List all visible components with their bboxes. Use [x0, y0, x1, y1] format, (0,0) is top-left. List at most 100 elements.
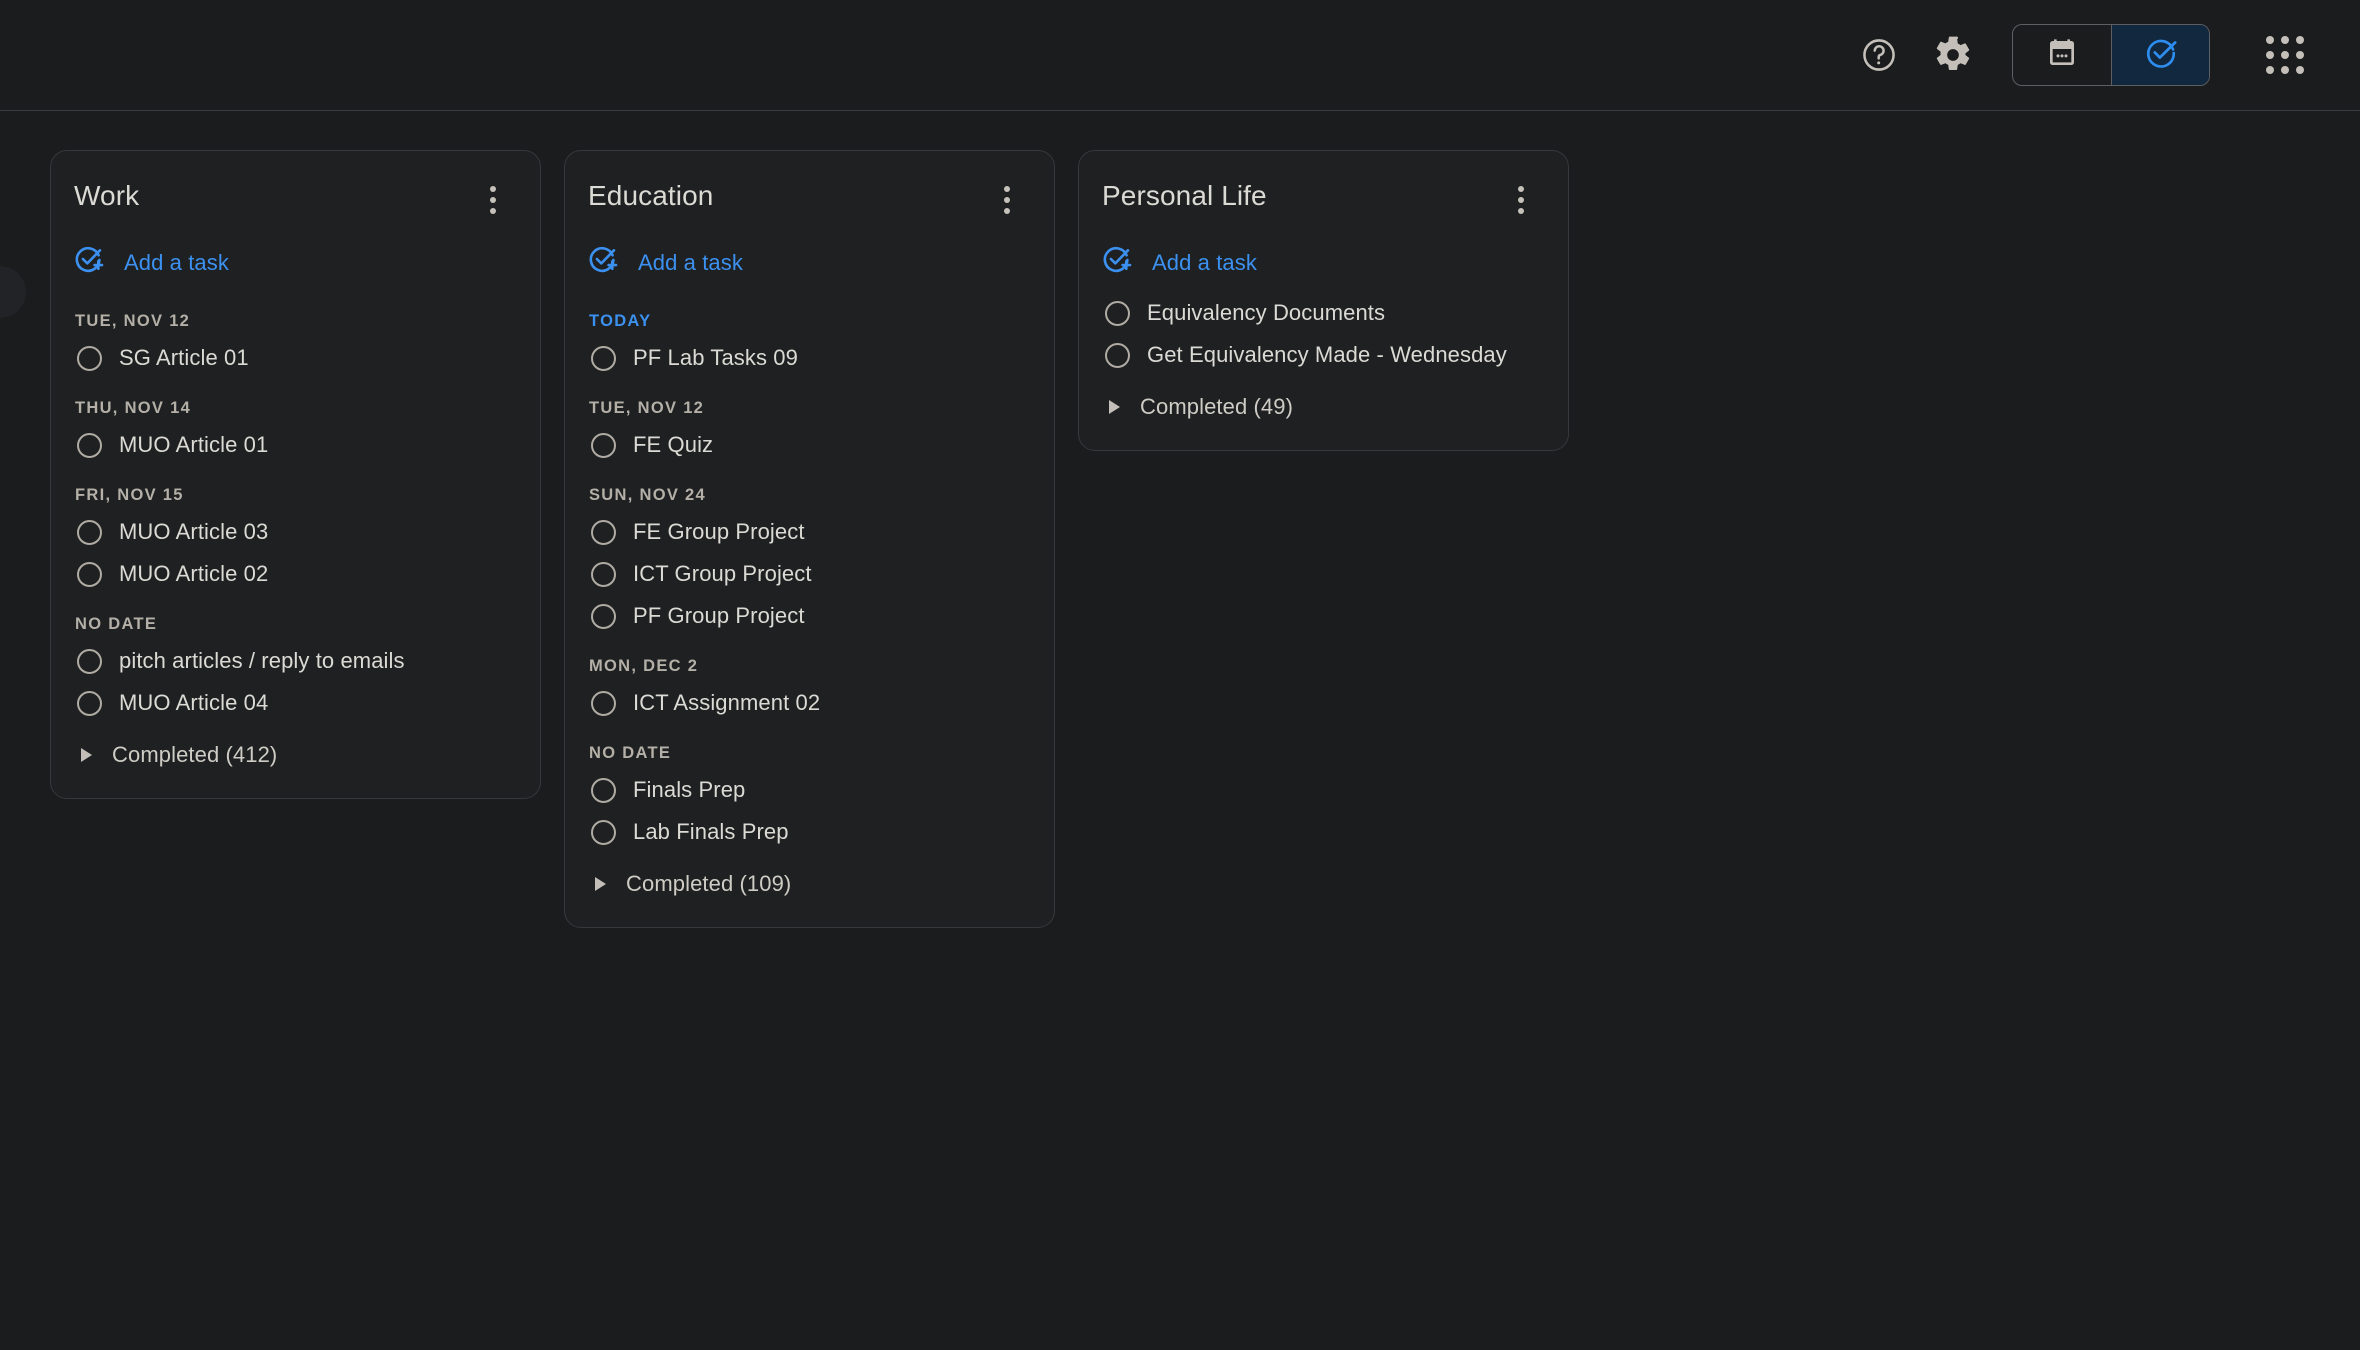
task-list-card: Work Add a task TUE, NOV 12 SG Article 01 TH… — [50, 150, 541, 799]
completed-section-toggle[interactable]: Completed (49) — [1079, 376, 1568, 424]
task-complete-circle-icon[interactable] — [1105, 342, 1130, 368]
completed-label: Completed (49) — [1140, 394, 1294, 419]
task-complete-circle-icon[interactable] — [77, 432, 102, 458]
task-title: SG Article 01 — [119, 345, 249, 370]
tasks-view-toggle[interactable] — [2111, 25, 2209, 85]
task-row[interactable]: MUO Article 01 — [51, 424, 540, 466]
task-date-header: MON, DEC 2 — [589, 657, 699, 675]
task-list-card: Personal Life Add a task Equivalency Docum… — [1078, 150, 1569, 451]
task-list-card: Education Add a task TODAY PF Lab Tasks 09 T… — [564, 150, 1055, 928]
task-title: FE Quiz — [633, 432, 714, 457]
completed-label: Completed (412) — [112, 742, 278, 767]
add-task-button[interactable]: Add a task — [1079, 234, 1568, 292]
task-row[interactable]: ICT Group Project — [565, 553, 1054, 595]
task-complete-circle-icon[interactable] — [591, 345, 616, 371]
sidebar-expand-handle[interactable] — [0, 266, 26, 318]
add-task-label: Add a task — [638, 250, 743, 275]
task-complete-circle-icon[interactable] — [591, 561, 616, 587]
add-task-button[interactable]: Add a task — [565, 234, 1054, 292]
task-complete-circle-icon[interactable] — [1105, 300, 1130, 326]
task-title: MUO Article 04 — [119, 690, 269, 715]
task-row[interactable]: Get Equivalency Made - Wednesday — [1079, 334, 1568, 376]
task-title: ICT Group Project — [633, 561, 812, 586]
task-row[interactable]: MUO Article 04 — [51, 682, 540, 724]
task-complete-circle-icon[interactable] — [77, 561, 102, 587]
task-title: Finals Prep — [633, 777, 746, 802]
calendar-icon — [2046, 37, 2078, 74]
task-title: ICT Assignment 02 — [633, 690, 821, 715]
task-row[interactable]: Lab Finals Prep — [565, 811, 1054, 853]
task-title: FE Group Project — [633, 519, 805, 544]
task-date-header: SUN, NOV 24 — [589, 486, 706, 504]
task-date-header: FRI, NOV 15 — [75, 486, 184, 504]
task-date-header: NO DATE — [75, 615, 158, 633]
more-vertical-icon[interactable] — [473, 180, 513, 220]
gear-icon — [1933, 35, 1973, 75]
task-row[interactable]: pitch articles / reply to emails — [51, 640, 540, 682]
task-row[interactable]: PF Lab Tasks 09 — [565, 337, 1054, 379]
task-row[interactable]: Finals Prep — [565, 769, 1054, 811]
task-row[interactable]: FE Group Project — [565, 511, 1054, 553]
settings-button[interactable] — [1916, 18, 1990, 92]
task-row[interactable]: PF Group Project — [565, 595, 1054, 637]
task-title: MUO Article 03 — [119, 519, 269, 544]
add-task-label: Add a task — [1152, 250, 1257, 275]
task-row[interactable]: MUO Article 02 — [51, 553, 540, 595]
help-button[interactable] — [1842, 18, 1916, 92]
task-date-header: TODAY — [589, 312, 652, 330]
calendar-view-toggle[interactable] — [2013, 25, 2111, 85]
chevron-right-icon — [1109, 400, 1120, 414]
task-date-header: THU, NOV 14 — [75, 399, 192, 417]
tasks-check-circle-icon — [2144, 36, 2178, 75]
task-complete-circle-icon[interactable] — [77, 648, 102, 674]
task-title: PF Lab Tasks 09 — [633, 345, 798, 370]
view-toggle-group — [2012, 24, 2210, 86]
task-complete-circle-icon[interactable] — [591, 819, 616, 845]
apps-grid-icon — [2266, 36, 2304, 74]
task-title: Get Equivalency Made - Wednesday — [1147, 342, 1507, 367]
task-complete-circle-icon[interactable] — [591, 690, 616, 716]
task-list-title: Work — [74, 180, 140, 211]
chevron-right-icon — [81, 748, 92, 762]
task-list-header: Work — [51, 178, 540, 220]
completed-section-toggle[interactable]: Completed (412) — [51, 724, 540, 772]
help-circle-icon — [1860, 36, 1898, 74]
task-row[interactable]: SG Article 01 — [51, 337, 540, 379]
task-row[interactable]: ICT Assignment 02 — [565, 682, 1054, 724]
task-row[interactable]: Equivalency Documents — [1079, 292, 1568, 334]
task-complete-circle-icon[interactable] — [77, 690, 102, 716]
completed-label: Completed (109) — [626, 871, 792, 896]
task-list-title: Personal Life — [1102, 180, 1267, 211]
task-complete-circle-icon[interactable] — [591, 603, 616, 629]
task-title: Lab Finals Prep — [633, 819, 789, 844]
task-lists-board: Work Add a task TUE, NOV 12 SG Article 01 TH… — [0, 111, 2360, 1350]
top-bar-actions — [1842, 18, 2322, 92]
task-title: PF Group Project — [633, 603, 805, 628]
add-task-button[interactable]: Add a task — [51, 234, 540, 292]
add-task-check-circle-icon — [1101, 244, 1134, 282]
task-row[interactable]: FE Quiz — [565, 424, 1054, 466]
task-list-header: Personal Life — [1079, 178, 1568, 220]
task-complete-circle-icon[interactable] — [591, 432, 616, 458]
completed-section-toggle[interactable]: Completed (109) — [565, 853, 1054, 901]
task-title: MUO Article 02 — [119, 561, 269, 586]
more-vertical-icon[interactable] — [987, 180, 1027, 220]
task-date-header: TUE, NOV 12 — [589, 399, 705, 417]
task-list-header: Education — [565, 178, 1054, 220]
add-task-check-circle-icon — [587, 244, 620, 282]
add-task-check-circle-icon — [73, 244, 106, 282]
top-bar — [0, 0, 2360, 111]
chevron-right-icon — [595, 877, 606, 891]
task-complete-circle-icon[interactable] — [591, 777, 616, 803]
more-vertical-icon[interactable] — [1501, 180, 1541, 220]
task-complete-circle-icon[interactable] — [591, 519, 616, 545]
task-title: pitch articles / reply to emails — [119, 648, 405, 673]
task-title: Equivalency Documents — [1147, 300, 1386, 325]
task-complete-circle-icon[interactable] — [77, 345, 102, 371]
task-complete-circle-icon[interactable] — [77, 519, 102, 545]
task-date-header: NO DATE — [589, 744, 672, 762]
task-title: MUO Article 01 — [119, 432, 269, 457]
task-list-title: Education — [588, 180, 714, 211]
google-apps-button[interactable] — [2248, 18, 2322, 92]
task-row[interactable]: MUO Article 03 — [51, 511, 540, 553]
